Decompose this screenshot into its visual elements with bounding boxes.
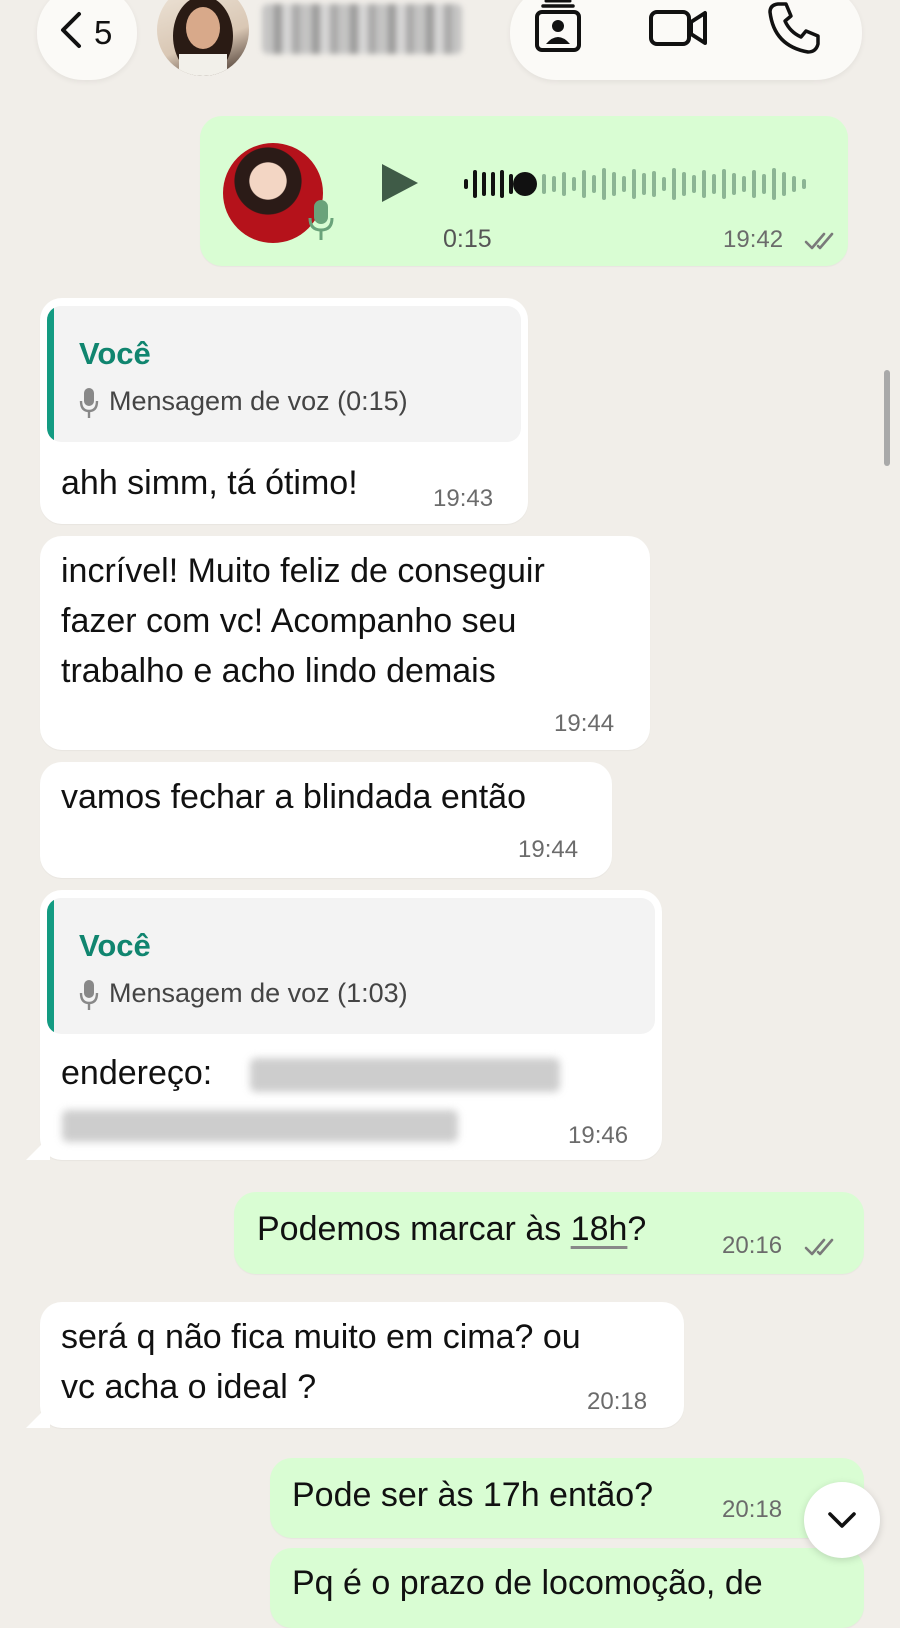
chevron-down-icon [828, 1512, 856, 1528]
message-text-part: ? [627, 1210, 647, 1248]
read-receipt-icon [804, 232, 834, 250]
quote-accent-bar [47, 898, 54, 1034]
bubble-tail [26, 1404, 50, 1428]
chevron-left-icon [61, 12, 81, 48]
message-text: ahh simm, tá ótimo! [61, 464, 358, 502]
quote-sender: Você [79, 928, 151, 963]
message-line: trabalho e acho lindo demais [61, 652, 496, 690]
redacted-address-line [62, 1110, 458, 1142]
scrollbar-thumb[interactable] [884, 370, 890, 466]
microphone-icon [79, 388, 99, 418]
time-link[interactable]: 18h [571, 1210, 628, 1248]
avatar-portrait-icon [173, 0, 233, 76]
message-line: vc acha o ideal ? [61, 1368, 317, 1406]
scroll-to-bottom-button[interactable] [804, 1482, 880, 1558]
contact-name-redacted[interactable] [262, 4, 462, 54]
quoted-message[interactable]: Você Mensagem de voz (1:03) [47, 898, 655, 1034]
message-time: 20:16 [722, 1232, 783, 1259]
message-line: será q não fica muito em cima? ou [61, 1318, 581, 1356]
message-text: Pq é o prazo de locomoção, de [292, 1564, 763, 1602]
message-line: incrível! Muito feliz de conseguir [61, 552, 545, 590]
message-line: fazer com vc! Acompanho seu [61, 602, 517, 640]
quoted-message[interactable]: Você Mensagem de voz (0:15) [47, 306, 521, 442]
play-icon[interactable] [380, 160, 420, 206]
voice-waveform[interactable] [462, 162, 822, 206]
message-time: 19:46 [568, 1122, 629, 1149]
microphone-icon [308, 200, 334, 240]
contact-avatar[interactable] [157, 0, 249, 76]
read-receipt-icon [804, 1238, 834, 1256]
bubble-tail [26, 1136, 50, 1160]
quote-sender: Você [79, 336, 151, 371]
message-time: 19:44 [554, 710, 615, 737]
quote-body: Mensagem de voz (1:03) [109, 978, 408, 1008]
message-text-part: Podemos marcar às [257, 1210, 571, 1248]
microphone-icon [79, 980, 99, 1010]
message-time: 19:43 [433, 485, 494, 512]
message-time: 20:18 [587, 1388, 648, 1415]
message-text: vamos fechar a blindada então [61, 778, 526, 816]
quote-body: Mensagem de voz (0:15) [109, 386, 408, 416]
message-time: 19:44 [518, 836, 579, 863]
message-text: Pode ser às 17h então? [292, 1476, 654, 1514]
phone-call-icon[interactable] [764, 0, 824, 58]
message-text: endereço: [61, 1054, 213, 1092]
back-button[interactable]: 5 [37, 0, 137, 80]
contact-card-icon[interactable] [528, 0, 588, 58]
video-call-icon[interactable] [648, 0, 708, 58]
message-time: 20:18 [722, 1496, 783, 1523]
redacted-address-line [250, 1058, 560, 1092]
message-time: 19:42 [723, 226, 784, 253]
voice-duration: 0:15 [443, 225, 492, 253]
message-text: Podemos marcar às 18h? [257, 1204, 646, 1254]
unread-count: 5 [94, 14, 113, 51]
header-actions [510, 0, 862, 80]
quote-accent-bar [47, 306, 54, 442]
